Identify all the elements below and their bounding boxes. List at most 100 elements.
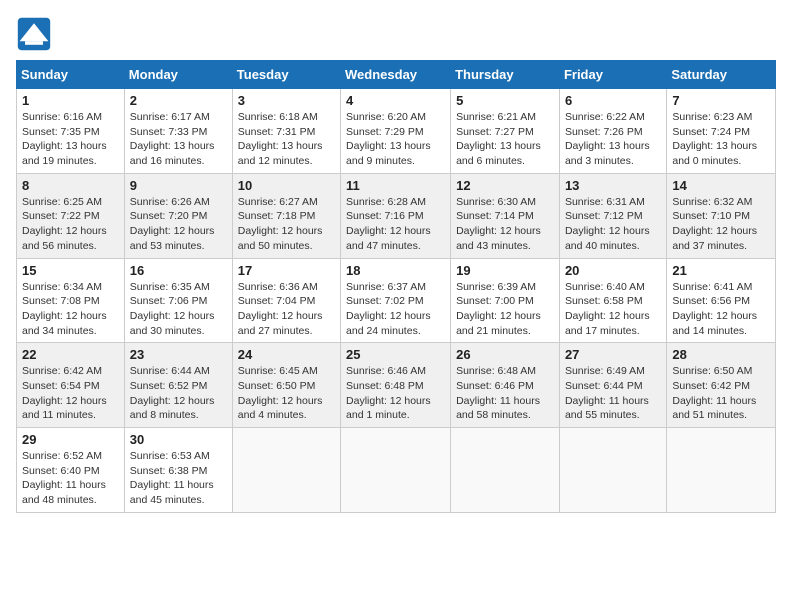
day-info: Sunrise: 6:44 AM Sunset: 6:52 PM Dayligh… — [130, 364, 227, 423]
day-cell — [451, 428, 560, 513]
day-number: 15 — [22, 263, 119, 278]
page-header — [16, 16, 776, 52]
week-row-4: 22Sunrise: 6:42 AM Sunset: 6:54 PM Dayli… — [17, 343, 776, 428]
day-cell — [232, 428, 340, 513]
day-cell — [559, 428, 666, 513]
day-number: 30 — [130, 432, 227, 447]
day-info: Sunrise: 6:20 AM Sunset: 7:29 PM Dayligh… — [346, 110, 445, 169]
day-number: 7 — [672, 93, 770, 108]
day-cell: 13 Sunrise: 6:31 AM Sunset: 7:12 PM Dayli… — [559, 173, 666, 258]
day-number: 18 — [346, 263, 445, 278]
calendar-body: 1 Sunrise: 6:16 AM Sunset: 7:35 PM Daylig… — [17, 89, 776, 513]
week-row-3: 15 Sunrise: 6:34 AM Sunset: 7:08 PM Dayli… — [17, 258, 776, 343]
day-number: 1 — [22, 93, 119, 108]
day-cell: 9 Sunrise: 6:26 AM Sunset: 7:20 PM Daylig… — [124, 173, 232, 258]
day-cell — [667, 428, 776, 513]
day-cell: 30 Sunrise: 6:53 AM Sunset: 6:38 PM Dayli… — [124, 428, 232, 513]
day-header-sunday: Sunday — [17, 61, 125, 89]
day-number: 16 — [130, 263, 227, 278]
logo-icon — [16, 16, 52, 52]
day-number: 22 — [22, 347, 119, 362]
day-cell: 5 Sunrise: 6:21 AM Sunset: 7:27 PM Daylig… — [451, 89, 560, 174]
day-info: Sunrise: 6:23 AM Sunset: 7:24 PM Dayligh… — [672, 110, 770, 169]
day-info: Sunrise: 6:26 AM Sunset: 7:20 PM Dayligh… — [130, 195, 227, 254]
day-info: Sunrise: 6:34 AM Sunset: 7:08 PM Dayligh… — [22, 280, 119, 339]
day-number: 21 — [672, 263, 770, 278]
day-cell: 16Sunrise: 6:35 AM Sunset: 7:06 PM Dayli… — [124, 258, 232, 343]
day-number: 27 — [565, 347, 661, 362]
day-info: Sunrise: 6:53 AM Sunset: 6:38 PM Dayligh… — [130, 449, 227, 508]
day-cell: 24Sunrise: 6:45 AM Sunset: 6:50 PM Dayli… — [232, 343, 340, 428]
day-cell: 27 Sunrise: 6:49 AM Sunset: 6:44 PM Dayli… — [559, 343, 666, 428]
day-header-wednesday: Wednesday — [341, 61, 451, 89]
day-info: Sunrise: 6:31 AM Sunset: 7:12 PM Dayligh… — [565, 195, 661, 254]
day-cell: 23 Sunrise: 6:44 AM Sunset: 6:52 PM Dayli… — [124, 343, 232, 428]
day-cell: 21 Sunrise: 6:41 AM Sunset: 6:56 PM Dayli… — [667, 258, 776, 343]
day-info: Sunrise: 6:21 AM Sunset: 7:27 PM Dayligh… — [456, 110, 554, 169]
day-number: 4 — [346, 93, 445, 108]
day-cell: 3 Sunrise: 6:18 AM Sunset: 7:31 PM Daylig… — [232, 89, 340, 174]
day-cell: 29 Sunrise: 6:52 AM Sunset: 6:40 PM Dayli… — [17, 428, 125, 513]
day-cell: 7 Sunrise: 6:23 AM Sunset: 7:24 PM Daylig… — [667, 89, 776, 174]
day-cell: 12 Sunrise: 6:30 AM Sunset: 7:14 PM Dayli… — [451, 173, 560, 258]
day-info: Sunrise: 6:27 AM Sunset: 7:18 PM Dayligh… — [238, 195, 335, 254]
day-cell: 10Sunrise: 6:27 AM Sunset: 7:18 PM Dayli… — [232, 173, 340, 258]
day-cell: 17 Sunrise: 6:36 AM Sunset: 7:04 PM Dayli… — [232, 258, 340, 343]
day-number: 19 — [456, 263, 554, 278]
day-number: 5 — [456, 93, 554, 108]
day-info: Sunrise: 6:18 AM Sunset: 7:31 PM Dayligh… — [238, 110, 335, 169]
day-cell: 25Sunrise: 6:46 AM Sunset: 6:48 PM Dayli… — [341, 343, 451, 428]
day-cell: 4 Sunrise: 6:20 AM Sunset: 7:29 PM Daylig… — [341, 89, 451, 174]
day-cell: 8 Sunrise: 6:25 AM Sunset: 7:22 PM Daylig… — [17, 173, 125, 258]
day-cell — [341, 428, 451, 513]
day-cell: 22Sunrise: 6:42 AM Sunset: 6:54 PM Dayli… — [17, 343, 125, 428]
day-info: Sunrise: 6:37 AM Sunset: 7:02 PM Dayligh… — [346, 280, 445, 339]
day-info: Sunrise: 6:49 AM Sunset: 6:44 PM Dayligh… — [565, 364, 661, 423]
day-info: Sunrise: 6:32 AM Sunset: 7:10 PM Dayligh… — [672, 195, 770, 254]
day-info: Sunrise: 6:25 AM Sunset: 7:22 PM Dayligh… — [22, 195, 119, 254]
week-row-5: 29 Sunrise: 6:52 AM Sunset: 6:40 PM Dayli… — [17, 428, 776, 513]
day-number: 3 — [238, 93, 335, 108]
day-info: Sunrise: 6:41 AM Sunset: 6:56 PM Dayligh… — [672, 280, 770, 339]
day-cell: 2 Sunrise: 6:17 AM Sunset: 7:33 PM Daylig… — [124, 89, 232, 174]
day-number: 13 — [565, 178, 661, 193]
day-number: 8 — [22, 178, 119, 193]
day-info: Sunrise: 6:36 AM Sunset: 7:04 PM Dayligh… — [238, 280, 335, 339]
day-header-thursday: Thursday — [451, 61, 560, 89]
day-cell: 18 Sunrise: 6:37 AM Sunset: 7:02 PM Dayli… — [341, 258, 451, 343]
day-number: 20 — [565, 263, 661, 278]
day-cell: 14 Sunrise: 6:32 AM Sunset: 7:10 PM Dayli… — [667, 173, 776, 258]
day-cell: 19 Sunrise: 6:39 AM Sunset: 7:00 PM Dayli… — [451, 258, 560, 343]
day-header-saturday: Saturday — [667, 61, 776, 89]
day-info: Sunrise: 6:39 AM Sunset: 7:00 PM Dayligh… — [456, 280, 554, 339]
day-number: 14 — [672, 178, 770, 193]
day-header-friday: Friday — [559, 61, 666, 89]
day-info: Sunrise: 6:16 AM Sunset: 7:35 PM Dayligh… — [22, 110, 119, 169]
day-number: 17 — [238, 263, 335, 278]
calendar: SundayMondayTuesdayWednesdayThursdayFrid… — [16, 60, 776, 513]
day-number: 6 — [565, 93, 661, 108]
day-number: 9 — [130, 178, 227, 193]
day-cell: 6 Sunrise: 6:22 AM Sunset: 7:26 PM Daylig… — [559, 89, 666, 174]
day-number: 29 — [22, 432, 119, 447]
day-cell: 28 Sunrise: 6:50 AM Sunset: 6:42 PM Dayli… — [667, 343, 776, 428]
logo — [16, 16, 56, 52]
day-number: 23 — [130, 347, 227, 362]
day-number: 28 — [672, 347, 770, 362]
day-info: Sunrise: 6:46 AM Sunset: 6:48 PM Dayligh… — [346, 364, 445, 423]
day-number: 2 — [130, 93, 227, 108]
day-info: Sunrise: 6:52 AM Sunset: 6:40 PM Dayligh… — [22, 449, 119, 508]
week-row-2: 8 Sunrise: 6:25 AM Sunset: 7:22 PM Daylig… — [17, 173, 776, 258]
day-info: Sunrise: 6:50 AM Sunset: 6:42 PM Dayligh… — [672, 364, 770, 423]
week-row-1: 1 Sunrise: 6:16 AM Sunset: 7:35 PM Daylig… — [17, 89, 776, 174]
day-number: 12 — [456, 178, 554, 193]
day-info: Sunrise: 6:17 AM Sunset: 7:33 PM Dayligh… — [130, 110, 227, 169]
day-cell: 11Sunrise: 6:28 AM Sunset: 7:16 PM Dayli… — [341, 173, 451, 258]
day-number: 26 — [456, 347, 554, 362]
day-info: Sunrise: 6:22 AM Sunset: 7:26 PM Dayligh… — [565, 110, 661, 169]
day-info: Sunrise: 6:28 AM Sunset: 7:16 PM Dayligh… — [346, 195, 445, 254]
day-info: Sunrise: 6:30 AM Sunset: 7:14 PM Dayligh… — [456, 195, 554, 254]
day-cell: 1 Sunrise: 6:16 AM Sunset: 7:35 PM Daylig… — [17, 89, 125, 174]
day-cell: 26Sunrise: 6:48 AM Sunset: 6:46 PM Dayli… — [451, 343, 560, 428]
day-header-tuesday: Tuesday — [232, 61, 340, 89]
